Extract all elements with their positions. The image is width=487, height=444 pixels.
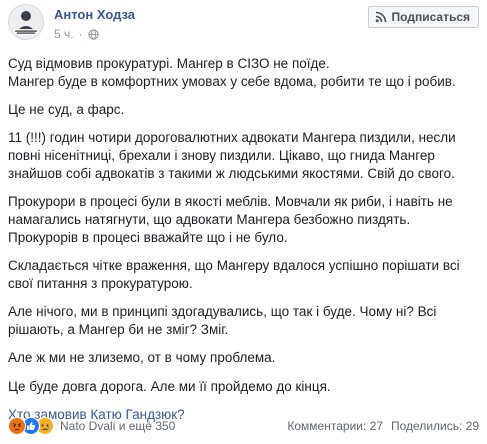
post-header: Антон Ходза 5 ч. · Подписаться (8, 4, 479, 44)
facebook-post: Антон Ходза 5 ч. · Подписаться Суд відмо… (0, 0, 487, 444)
avatar[interactable] (8, 4, 44, 40)
engagement-counts: Комментарии: 27 Поделились: 29 (287, 419, 479, 433)
post-paragraph: Це буде довга дорога. Але ми її пройдемо… (8, 378, 478, 396)
post-text-line: Суд відмовив прокуратурі. Мангер в СІЗО … (8, 56, 330, 71)
post-paragraph: Але ж ми не злиземо, от в чому проблема. (8, 349, 478, 367)
post-footer: Nato Dvali и ещё 350 Комментарии: 27 Под… (8, 416, 479, 436)
post-text-line: Складається чітке враження, що Мангеру в… (8, 258, 460, 274)
post-meta: 5 ч. · (54, 27, 99, 41)
post-text-line: свої питання з прокуратурою. (8, 275, 193, 291)
post-paragraph: Це не суд, а фарс. (8, 101, 478, 119)
post-text-line: Прокурори в процесі були в якості меблів… (8, 194, 453, 210)
post-text-line: намагались натягнути, що адвокати Мангер… (8, 212, 411, 228)
reactors-text[interactable]: Nato Dvali и ещё 350 (60, 419, 175, 433)
shares-count[interactable]: Поделились: 29 (391, 419, 479, 433)
globe-icon (87, 28, 99, 40)
subscribe-button[interactable]: Подписаться (367, 6, 479, 28)
rss-icon (375, 11, 386, 23)
post-paragraph: Складається чітке враження, що Мангеру в… (8, 257, 478, 293)
author-name[interactable]: Антон Ходза (54, 7, 135, 22)
post-text-line: Це буде довга дорога. Але ми її пройдемо… (8, 378, 331, 394)
dot-separator: · (78, 27, 83, 41)
post-text-line: повні нісенітниці, брехали і знову пизди… (8, 148, 435, 164)
post-paragraph: Прокурори в процесі були в якості меблів… (8, 193, 478, 246)
comments-count[interactable]: Комментарии: 27 (287, 419, 383, 433)
post-paragraph: Суд відмовив прокуратурі. Мангер в СІЗО … (8, 55, 478, 91)
post-text-line: знайшов собі адвокатів з такими ж людськ… (8, 165, 455, 181)
post-text-line: 11 (!!!) годин чотири дороговалютних адв… (8, 130, 456, 146)
post-text-line: Але нічого, ми в принципі здогадувались,… (8, 304, 437, 320)
reactions[interactable] (8, 417, 54, 435)
post-paragraph: Але нічого, ми в принципі здогадувались,… (8, 303, 478, 339)
post-text-line: Але ж ми не злиземо, от в чому проблема. (8, 350, 276, 366)
post-text-line: Це не суд, а фарс. (8, 102, 125, 118)
post-text-line: Прокурорів в процесі вважайте що і не бу… (8, 229, 288, 245)
post-time[interactable]: 5 ч. (54, 27, 74, 41)
post-text: Суд відмовив прокуратурі. Мангер в СІЗО … (8, 55, 478, 424)
post-text-line: Мангер буде в комфортних умовах у себе в… (8, 73, 456, 89)
angry-reaction-icon[interactable] (8, 417, 26, 435)
post-text-line: рішають, а Мангер би не зміг? Зміг. (8, 322, 229, 338)
subscribe-label: Подписаться (391, 10, 470, 24)
post-paragraph: 11 (!!!) годин чотири дороговалютних адв… (8, 129, 478, 182)
avatar-image (9, 5, 43, 39)
